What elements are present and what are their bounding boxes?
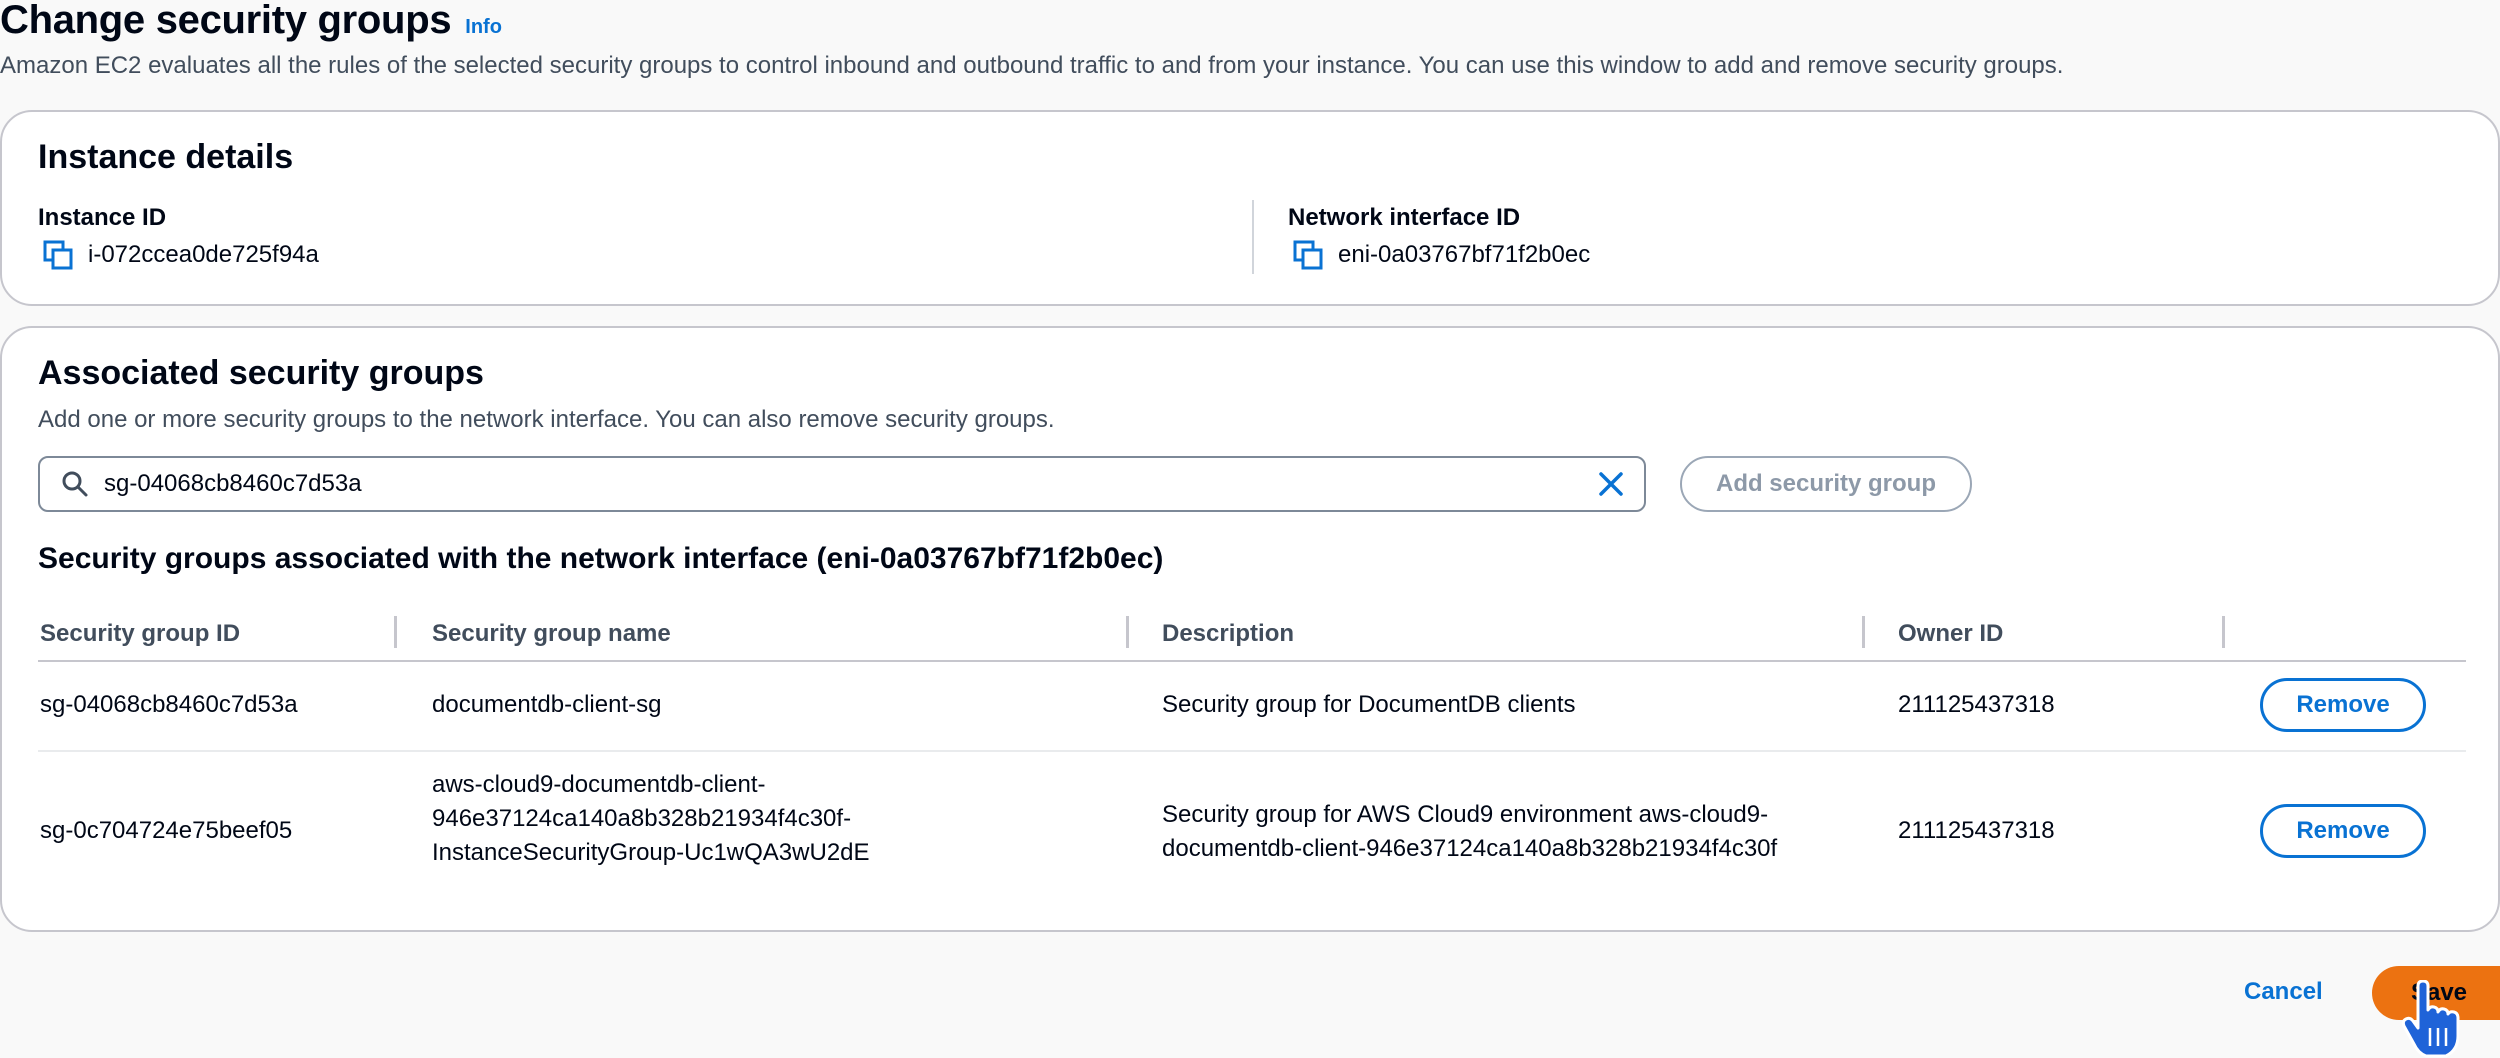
page-description: Amazon EC2 evaluates all the rules of th…	[0, 52, 2064, 79]
instance-id-field: Instance ID i-072ccea0de725f94a	[38, 204, 319, 270]
table-row: sg-0c704724e75beef05 aws-cloud9-document…	[38, 752, 2466, 920]
cell-sg-name-line: 946e37124ca140a8b328b21934f4c30f-	[432, 805, 852, 832]
column-resizer[interactable]	[394, 616, 397, 648]
associated-sg-heading: Associated security groups	[38, 354, 484, 392]
eni-id-value-row: eni-0a03767bf71f2b0ec	[1288, 240, 1590, 270]
table-row: sg-04068cb8460c7d53a documentdb-client-s…	[38, 662, 2466, 752]
column-divider	[1252, 200, 1254, 274]
column-resizer[interactable]	[1126, 616, 1129, 648]
cell-description-line: Security group for AWS Cloud9 environmen…	[1162, 801, 1769, 828]
column-resizer[interactable]	[1862, 616, 1865, 648]
instance-id-label: Instance ID	[38, 204, 167, 231]
associated-sg-description: Add one or more security groups to the n…	[38, 406, 1055, 433]
copy-icon[interactable]	[42, 240, 74, 270]
security-groups-table: Security group ID Security group name De…	[38, 606, 2466, 920]
associated-security-groups-panel: Associated security groups Add one or mo…	[0, 326, 2500, 932]
info-link[interactable]: Info	[465, 16, 502, 39]
security-group-search	[38, 456, 1646, 512]
instance-details-heading: Instance details	[38, 138, 294, 176]
column-header-owner-id[interactable]: Owner ID	[1898, 620, 2003, 648]
instance-details-panel: Instance details Instance ID i-072ccea0d…	[0, 110, 2500, 306]
column-header-description[interactable]: Description	[1162, 620, 1294, 648]
eni-id-value: eni-0a03767bf71f2b0ec	[1338, 241, 1591, 268]
hand-pointer-icon	[2400, 979, 2462, 1058]
table-title: Security groups associated with the netw…	[38, 542, 1164, 575]
remove-button[interactable]: Remove	[2260, 804, 2426, 858]
cell-owner-id: 211125437318	[1898, 691, 2055, 718]
instance-id-value: i-072ccea0de725f94a	[88, 241, 319, 268]
clear-icon[interactable]	[1596, 469, 1626, 499]
cell-owner-id: 211125437318	[1898, 817, 2055, 844]
instance-id-value-row: i-072ccea0de725f94a	[38, 240, 319, 270]
cell-sg-name-line: InstanceSecurityGroup-Uc1wQA3wU2dE	[432, 839, 870, 866]
eni-id-field: Network interface ID eni-0a03767bf71f2b0…	[1288, 204, 1590, 270]
title-row: Change security groups Info	[0, 0, 2500, 40]
cell-sg-id: sg-0c704724e75beef05	[40, 817, 293, 844]
cell-description: Security group for DocumentDB clients	[1162, 691, 1576, 718]
cell-description-line: documentdb-client-946e37124ca140a8b328b2…	[1162, 835, 1778, 862]
add-security-group-button[interactable]: Add security group	[1680, 456, 1972, 512]
remove-button[interactable]: Remove	[2260, 678, 2426, 732]
cell-sg-id: sg-04068cb8460c7d53a	[40, 691, 298, 718]
cancel-button[interactable]: Cancel	[2244, 978, 2323, 1006]
page-header: Change security groups Info Amazon EC2 e…	[0, 0, 2500, 79]
column-resizer[interactable]	[2222, 616, 2225, 648]
cell-sg-name: documentdb-client-sg	[432, 691, 662, 718]
cell-description: Security group for AWS Cloud9 environmen…	[1162, 798, 1777, 866]
change-security-groups-page: Change security groups Info Amazon EC2 e…	[0, 0, 2500, 1058]
search-input[interactable]	[104, 470, 1564, 498]
cell-sg-name-line: aws-cloud9-documentdb-client-	[432, 771, 766, 798]
search-icon	[60, 469, 90, 499]
copy-icon[interactable]	[1292, 240, 1324, 270]
eni-id-label: Network interface ID	[1288, 204, 1521, 231]
column-header-sg-id[interactable]: Security group ID	[40, 620, 240, 648]
page-title: Change security groups	[0, 0, 452, 42]
table-header-row: Security group ID Security group name De…	[38, 606, 2466, 662]
column-header-sg-name[interactable]: Security group name	[432, 620, 671, 648]
cell-sg-name: aws-cloud9-documentdb-client- 946e37124c…	[432, 768, 870, 870]
